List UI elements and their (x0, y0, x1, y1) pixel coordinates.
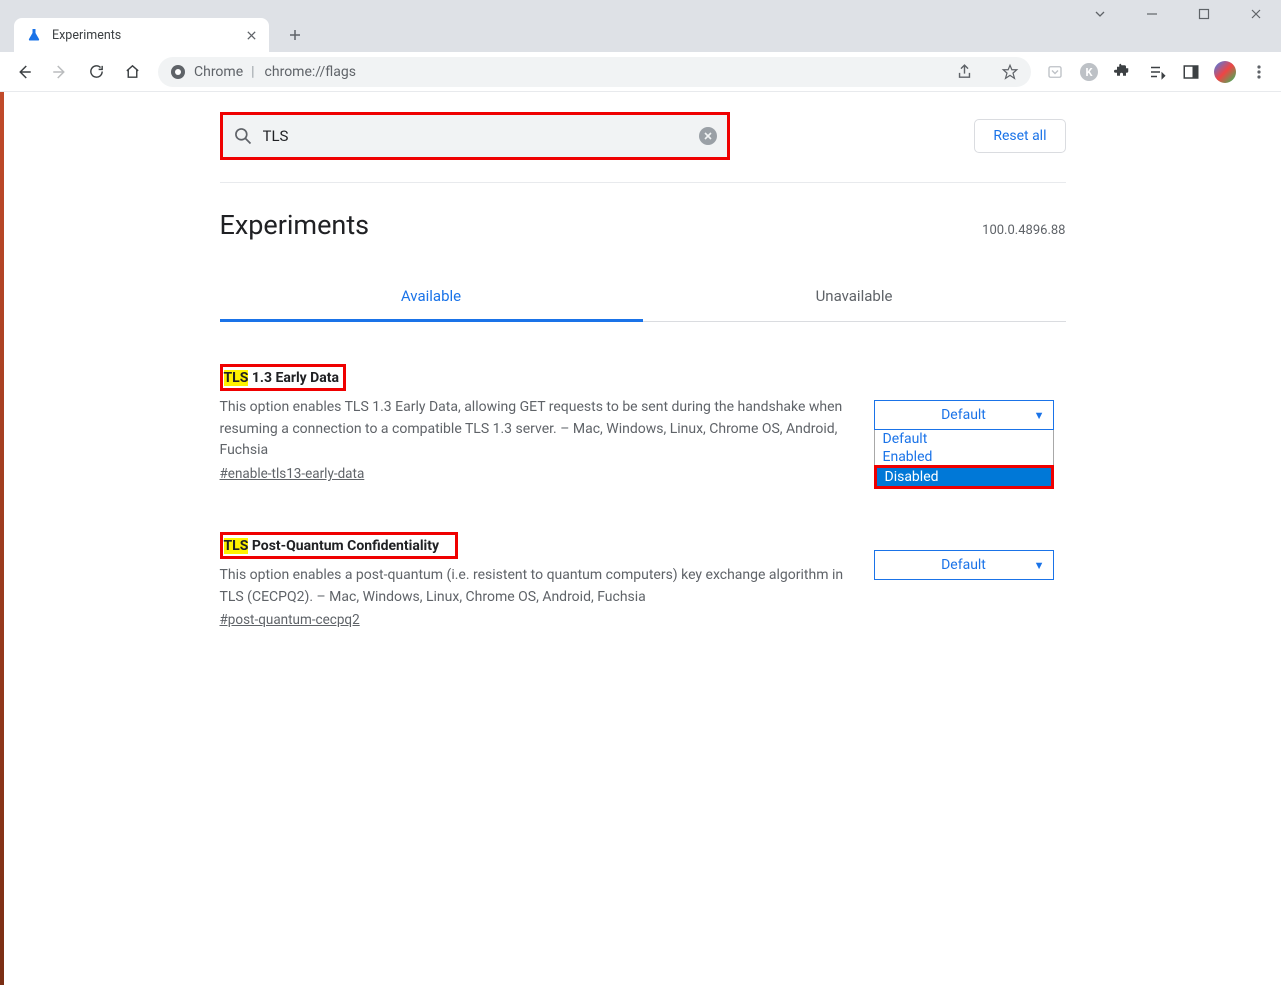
flag-tabs: Available Unavailable (220, 275, 1066, 322)
reset-all-button[interactable]: Reset all (974, 119, 1065, 153)
experiment-item: TLS Post-Quantum Confidentiality This op… (220, 482, 1066, 628)
experiment-title-annotation: TLS Post-Quantum Confidentiality (220, 532, 459, 559)
bookmark-icon[interactable] (1001, 63, 1019, 81)
select-dropdown: Default Enabled Disabled (874, 430, 1054, 489)
address-bar[interactable]: Chrome | chrome://flags (158, 57, 1031, 87)
experiment-hash-link[interactable]: #enable-tls13-early-data (220, 466, 365, 482)
pocket-icon[interactable] (1041, 58, 1069, 86)
dropdown-option-disabled[interactable]: Disabled (874, 465, 1054, 489)
nav-reload-button[interactable] (80, 56, 112, 88)
tab-title: Experiments (52, 28, 233, 43)
page-title: Experiments (220, 209, 370, 241)
svg-text:K: K (1086, 66, 1094, 79)
chrome-icon (170, 64, 186, 80)
media-control-icon[interactable] (1143, 58, 1171, 86)
url-text: chrome://flags (265, 64, 356, 80)
select-value: Default (941, 557, 986, 573)
flags-page: Reset all Experiments 100.0.4896.88 Avai… (220, 92, 1066, 985)
window-minimize-button[interactable] (1137, 3, 1167, 25)
scrollable-content[interactable]: Reset all Experiments 100.0.4896.88 Avai… (4, 92, 1281, 985)
tab-available[interactable]: Available (220, 275, 643, 322)
chevron-down-icon: ▼ (1034, 409, 1045, 422)
search-icon (233, 126, 253, 146)
flask-icon (26, 27, 42, 43)
window-close-button[interactable] (1241, 3, 1271, 25)
heading-row: Experiments 100.0.4896.88 (220, 209, 1066, 241)
window-controls (1085, 3, 1271, 25)
search-highlight: TLS (224, 538, 249, 554)
experiment-description: This option enables a post-quantum (i.e.… (220, 565, 850, 608)
experiment-title-annotation: TLS 1.3 Early Data (220, 364, 347, 391)
experiment-control: Default ▼ Default Enabled Disabled (874, 364, 1054, 482)
content-area: Reset all Experiments 100.0.4896.88 Avai… (0, 92, 1281, 985)
site-label: Chrome (194, 64, 243, 80)
flags-top-bar: Reset all (220, 102, 1066, 182)
nav-home-button[interactable] (116, 56, 148, 88)
chevron-down-icon: ▼ (1034, 559, 1045, 572)
share-icon[interactable] (956, 63, 973, 80)
extension-k-icon[interactable]: K (1075, 58, 1103, 86)
experiment-text: TLS 1.3 Early Data This option enables T… (220, 364, 850, 482)
browser-tab[interactable]: Experiments (14, 18, 269, 52)
experiment-hash-link[interactable]: #post-quantum-cecpq2 (220, 612, 360, 628)
extensions-icon[interactable] (1109, 58, 1137, 86)
site-info-chip[interactable]: Chrome | (170, 64, 255, 80)
menu-icon[interactable] (1245, 58, 1273, 86)
tab-unavailable[interactable]: Unavailable (643, 275, 1066, 321)
search-annotation-box (220, 112, 730, 160)
select-value: Default (941, 407, 986, 423)
nav-back-button[interactable] (8, 56, 40, 88)
experiment-item: TLS 1.3 Early Data This option enables T… (220, 322, 1066, 482)
toolbar-right: K (1041, 58, 1273, 86)
version-label: 100.0.4896.88 (982, 223, 1065, 238)
browser-toolbar: Chrome | chrome://flags K (0, 52, 1281, 92)
dropdown-option-enabled[interactable]: Enabled (875, 448, 1053, 466)
experiment-title: TLS Post-Quantum Confidentiality (223, 536, 441, 556)
dropdown-option-default[interactable]: Default (875, 430, 1053, 448)
new-tab-button[interactable] (281, 21, 309, 49)
search-highlight: TLS (224, 370, 249, 386)
experiment-description: This option enables TLS 1.3 Early Data, … (220, 397, 850, 462)
nav-forward-button[interactable] (44, 56, 76, 88)
sidepanel-icon[interactable] (1177, 58, 1205, 86)
flag-search-box[interactable] (223, 115, 727, 157)
tab-close-button[interactable] (243, 27, 259, 43)
omnibox-divider: | (251, 64, 254, 80)
experiment-title: TLS 1.3 Early Data (223, 368, 341, 388)
experiment-select[interactable]: Default ▼ (874, 550, 1054, 580)
flag-search-input[interactable] (263, 127, 689, 145)
clear-search-icon[interactable] (699, 127, 717, 145)
profile-avatar[interactable] (1211, 58, 1239, 86)
window-maximize-button[interactable] (1189, 3, 1219, 25)
experiment-select[interactable]: Default ▼ (874, 400, 1054, 430)
window-titlebar (0, 0, 1281, 16)
window-dropdown-icon[interactable] (1085, 3, 1115, 25)
experiment-control: Default ▼ (874, 532, 1054, 628)
experiment-text: TLS Post-Quantum Confidentiality This op… (220, 532, 850, 628)
